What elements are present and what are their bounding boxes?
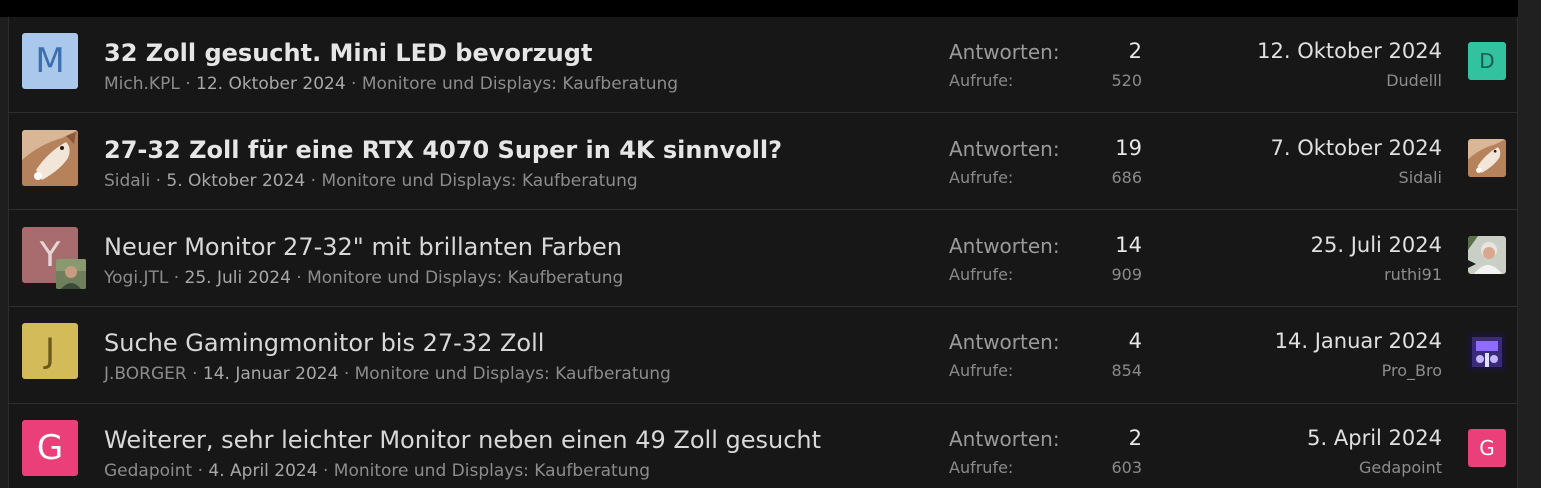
author-avatar[interactable]: M (22, 33, 78, 89)
thread-row[interactable]: M 32 Zoll gesucht. Mini LED bevorzugt Mi… (9, 17, 1517, 113)
left-edge (0, 17, 8, 488)
forum-link[interactable]: Monitore und Displays: Kaufberatung (362, 74, 678, 94)
person-photo-icon (56, 259, 86, 289)
thread-row[interactable]: J Suche Gamingmonitor bis 27-32 Zoll J.B… (9, 308, 1517, 404)
replies-label: Antworten: (949, 330, 1060, 354)
thread-date[interactable]: 14. Januar 2024 (203, 364, 339, 384)
views-label: Aufrufe: (949, 168, 1014, 187)
thread-title[interactable]: 32 Zoll gesucht. Mini LED bevorzugt (104, 39, 592, 67)
replies-count: 19 (1115, 136, 1142, 160)
replies-count: 4 (1128, 329, 1142, 353)
forum-link[interactable]: Monitore und Displays: Kaufberatung (307, 268, 623, 288)
author-link[interactable]: J.BORGER (104, 364, 187, 384)
thread-title[interactable]: 27-32 Zoll für eine RTX 4070 Super in 4K… (104, 136, 782, 164)
thread-title[interactable]: Neuer Monitor 27-32" mit brillanten Farb… (104, 233, 622, 261)
thread-date[interactable]: 4. April 2024 (208, 461, 317, 481)
thread-date[interactable]: 12. Oktober 2024 (196, 74, 346, 94)
replies-count: 2 (1128, 426, 1142, 450)
scrollbar-track[interactable] (1518, 0, 1541, 488)
avatar-letter: M (35, 41, 65, 81)
forum-link[interactable]: Monitore und Displays: Kaufberatung (334, 461, 650, 481)
replies-count: 2 (1128, 39, 1142, 63)
views-count: 520 (1111, 71, 1142, 90)
author-avatar[interactable]: J (22, 323, 78, 379)
author-link[interactable]: Yogi.JTL (104, 268, 168, 288)
dog-photo-icon (22, 130, 78, 186)
last-poster[interactable]: Sidali (1399, 168, 1442, 187)
thread-list: M 32 Zoll gesucht. Mini LED bevorzugt Mi… (8, 17, 1518, 488)
last-poster-avatar[interactable] (1468, 333, 1506, 371)
replies-label: Antworten: (949, 137, 1060, 161)
views-count: 686 (1111, 168, 1142, 187)
thread-title[interactable]: Weiterer, sehr leichter Monitor neben ei… (104, 426, 821, 454)
avatar-letter: D (1479, 49, 1495, 73)
thread-row[interactable]: 27-32 Zoll für eine RTX 4070 Super in 4K… (9, 114, 1517, 210)
author-link[interactable]: Sidali (104, 171, 150, 191)
last-poster[interactable]: ruthi91 (1384, 265, 1442, 284)
forum-link[interactable]: Monitore und Displays: Kaufberatung (321, 171, 637, 191)
last-poster[interactable]: Pro_Bro (1382, 361, 1442, 380)
replies-label: Antworten: (949, 40, 1060, 64)
views-label: Aufrufe: (949, 361, 1014, 380)
views-label: Aufrufe: (949, 265, 1014, 284)
views-count: 909 (1111, 265, 1142, 284)
author-avatar[interactable] (22, 130, 78, 186)
replies-label: Antworten: (949, 427, 1060, 451)
dog-photo-icon (1468, 139, 1506, 177)
thread-row[interactable]: G Weiterer, sehr leichter Monitor neben … (9, 404, 1517, 488)
last-poster-avatar[interactable]: D (1468, 42, 1506, 80)
last-post-date[interactable]: 5. April 2024 (1307, 426, 1442, 450)
forum-link[interactable]: Monitore und Displays: Kaufberatung (355, 364, 671, 384)
thread-date[interactable]: 25. Juli 2024 (185, 268, 291, 288)
avatar-letter: G (1479, 436, 1495, 460)
thread-meta: Sidali · 5. Oktober 2024 · Monitore und … (104, 171, 638, 191)
last-post-date[interactable]: 25. Juli 2024 (1311, 233, 1442, 257)
last-post-date[interactable]: 14. Januar 2024 (1275, 329, 1442, 353)
last-poster-avatar[interactable]: G (1468, 429, 1506, 467)
last-post-date[interactable]: 12. Oktober 2024 (1257, 39, 1442, 63)
last-poster[interactable]: Dudelll (1386, 71, 1442, 90)
top-bar (0, 0, 1518, 17)
replies-label: Antworten: (949, 234, 1060, 258)
author-link[interactable]: Mich.KPL (104, 74, 180, 94)
replies-count: 14 (1115, 233, 1142, 257)
thread-meta: Mich.KPL · 12. Oktober 2024 · Monitore u… (104, 74, 679, 94)
avatar-letter: J (44, 331, 56, 371)
views-count: 603 (1111, 458, 1142, 477)
last-poster[interactable]: Gedapoint (1359, 458, 1442, 477)
last-poster-avatar[interactable] (1468, 236, 1506, 274)
thread-title[interactable]: Suche Gamingmonitor bis 27-32 Zoll (104, 329, 544, 357)
thread-meta: Gedapoint · 4. April 2024 · Monitore und… (104, 461, 650, 481)
views-label: Aufrufe: (949, 458, 1014, 477)
thread-meta: Yogi.JTL · 25. Juli 2024 · Monitore und … (104, 268, 624, 288)
thread-meta: J.BORGER · 14. Januar 2024 · Monitore un… (104, 364, 671, 384)
thread-row[interactable]: Y Neuer Monitor 27-32" mit brillanten Fa… (9, 211, 1517, 307)
thread-date[interactable]: 5. Oktober 2024 (166, 171, 305, 191)
avatar-letter: G (36, 428, 64, 468)
person-photo-icon (1468, 236, 1506, 274)
participant-avatar[interactable] (56, 259, 86, 289)
views-label: Aufrufe: (949, 71, 1014, 90)
last-post-date[interactable]: 7. Oktober 2024 (1271, 136, 1443, 160)
last-poster-avatar[interactable] (1468, 139, 1506, 177)
author-link[interactable]: Gedapoint (104, 461, 192, 481)
author-avatar[interactable]: G (22, 420, 78, 476)
pc-case-photo-icon (1468, 333, 1506, 371)
views-count: 854 (1111, 361, 1142, 380)
